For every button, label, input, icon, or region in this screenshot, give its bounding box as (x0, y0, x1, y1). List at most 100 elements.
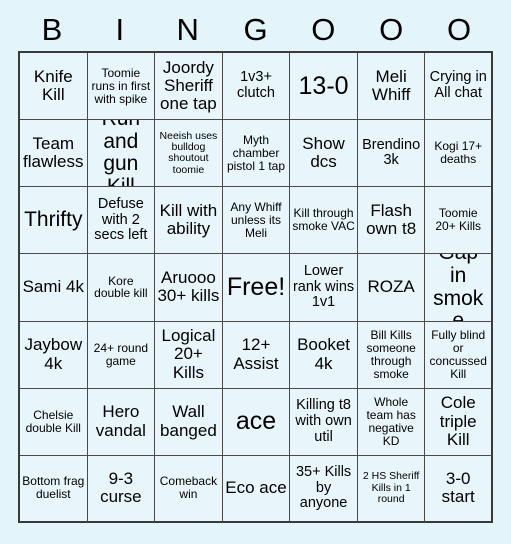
bingo-cell[interactable]: Whole team has negative KD (357, 388, 426, 456)
bingo-cell[interactable]: Team flawless (20, 120, 88, 188)
bingo-cell-label: Kore double kill (94, 273, 148, 301)
bingo-cell-label: Whole team has negative KD (366, 394, 416, 448)
bingo-cell[interactable]: Defuse with 2 secs left (87, 187, 156, 255)
bingo-cell[interactable]: 35+ Kills by anyone (290, 455, 358, 523)
bingo-cell[interactable]: Booket 4k (290, 321, 358, 389)
bingo-cell[interactable]: Knife Kill (20, 53, 88, 121)
bingo-cell-label: 1v3+ clutch (237, 69, 275, 102)
bingo-cell[interactable]: Hero vandal (87, 388, 156, 456)
bingo-cell[interactable]: Neeish uses bulldog shoutout toomie (155, 120, 223, 188)
bingo-cell-label: Fully blind or concussed Kill (429, 327, 487, 381)
bingo-cell-label: Lower rank wins 1v1 (292, 263, 355, 311)
bingo-header-letter: N (176, 12, 199, 47)
bingo-cell-label: Killing t8 with own util (295, 397, 352, 445)
bingo-cell[interactable]: Crying in All chat (425, 53, 493, 121)
bingo-header-letter: B (41, 12, 63, 47)
bingo-cell[interactable]: Fully blind or concussed Kill (425, 321, 493, 389)
bingo-cell[interactable]: Gap in smoke (425, 254, 493, 322)
bingo-cell[interactable]: Chelsie double Kill (20, 388, 88, 456)
bingo-header-letter: G (243, 12, 268, 47)
bingo-cell-label: Crying in All chat (429, 69, 487, 102)
bingo-cell[interactable]: Meli Whiff (357, 53, 426, 121)
bingo-cell[interactable]: Thrifty (20, 187, 88, 255)
bingo-cell-label: Knife Kill (33, 66, 73, 105)
bingo-cell[interactable]: Jaybow 4k (20, 321, 88, 389)
bingo-cell[interactable]: Kill through smoke VAC (290, 187, 358, 255)
bingo-cell[interactable]: Myth chamber pistol 1 tap (222, 120, 291, 188)
bingo-cell-label: Comeback win (159, 474, 218, 502)
bingo-cell[interactable]: ROZA (357, 254, 426, 322)
bingo-cell-label: Run and gun Kill (102, 120, 141, 188)
bingo-cell[interactable]: Cole triple Kill (425, 388, 493, 456)
bingo-cell[interactable]: Kogi 17+ deaths (425, 120, 493, 188)
bingo-cell-label: Defuse with 2 secs left (94, 195, 148, 244)
bingo-cell-label: ROZA (367, 277, 415, 297)
bingo-cell-label: Chelsie double Kill (25, 407, 81, 435)
bingo-cell[interactable]: 12+ Assist (222, 321, 291, 389)
bingo-cell[interactable]: Brendino 3k (357, 120, 426, 188)
bingo-cell[interactable]: Bottom frag duelist (20, 455, 88, 523)
bingo-cell-label: Joordy Sheriff one tap (160, 57, 217, 114)
bingo-header-letter: I (115, 12, 125, 47)
bingo-cell-label: Show dcs (302, 133, 345, 172)
bingo-cell[interactable]: Toomie 20+ Kills (425, 187, 493, 255)
bingo-cell-label: Thrifty (24, 208, 83, 232)
bingo-cell-label: Brendino 3k (362, 136, 421, 169)
bingo-cell-label: Team flawless (23, 133, 84, 172)
bingo-cell[interactable]: Sami 4k (20, 254, 88, 322)
bingo-cell[interactable]: Bill Kills someone through smoke (357, 321, 426, 389)
bingo-cell[interactable]: 9-3 curse (87, 455, 156, 523)
bingo-cell[interactable]: Run and gun Kill (87, 120, 156, 188)
bingo-cell[interactable]: Joordy Sheriff one tap (155, 53, 223, 121)
bingo-cell-label: Kill with ability (159, 200, 218, 239)
bingo-cell[interactable]: Lower rank wins 1v1 (290, 254, 358, 322)
bingo-cell[interactable]: 24+ round game (87, 321, 156, 389)
bingo-cell[interactable]: Killing t8 with own util (290, 388, 358, 456)
bingo-cell-label: 35+ Kills by anyone (295, 463, 352, 512)
bingo-grid: Knife Kill Toomie runs in first with spik… (18, 51, 493, 523)
bingo-cell[interactable]: 2 HS Sheriff Kills in 1 round (357, 455, 426, 523)
bingo-cell-label: Booket 4k (297, 335, 351, 373)
bingo-cell[interactable]: Wall banged (155, 388, 223, 456)
bingo-cell[interactable]: Eco ace (222, 455, 291, 523)
bingo-cell[interactable]: ace (222, 388, 291, 456)
bingo-header-letter: O (311, 12, 336, 47)
bingo-cell-label: Gap in smoke (433, 254, 484, 322)
bingo-cell-label: 2 HS Sheriff Kills in 1 round (362, 470, 420, 506)
bingo-cell[interactable]: Any Whiff unless its Meli (222, 187, 291, 255)
bingo-cell-label: Myth chamber pistol 1 tap (226, 132, 286, 173)
bingo-card: B I N G O O O Knife Kill Toomie runs in first w… (0, 0, 511, 544)
bingo-cell-label: ace (235, 407, 277, 436)
bingo-cell[interactable]: 3-0 start (425, 455, 493, 523)
bingo-cell[interactable]: Kore double kill (87, 254, 156, 322)
bingo-cell[interactable]: Aruooo 30+ kills (155, 254, 223, 322)
bingo-cell-label: Neeish uses bulldog shoutout toomie (159, 129, 218, 176)
bingo-cell-label: Cole triple Kill (439, 393, 477, 449)
bingo-cell-label: Kogi 17+ deaths (434, 139, 483, 167)
bingo-cell[interactable]: 13-0 (290, 53, 358, 121)
bingo-cell[interactable]: Comeback win (155, 455, 223, 523)
bingo-cell-label: 13-0 (298, 71, 349, 100)
bingo-cell[interactable]: Show dcs (290, 120, 358, 188)
bingo-cell-label: 24+ round game (93, 340, 149, 368)
bingo-cell-label: Toomie 20+ Kills (435, 206, 482, 234)
bingo-cell-label: Any Whiff unless its Meli (230, 199, 282, 240)
bingo-cell-label: Bottom frag duelist (22, 474, 85, 502)
bingo-cell-label: Kill through smoke VAC (292, 206, 355, 234)
bingo-cell[interactable]: Kill with ability (155, 187, 223, 255)
bingo-cell-label: Logical 20+ Kills (161, 326, 216, 382)
bingo-free-space[interactable]: Free! (222, 254, 291, 322)
bingo-cell[interactable]: 1v3+ clutch (222, 53, 291, 121)
bingo-cell-label: Wall banged (160, 402, 217, 440)
bingo-cell-label: 3-0 start (441, 469, 475, 507)
bingo-cell-label: Meli Whiff (371, 66, 411, 105)
bingo-cell[interactable]: Toomie runs in first with spike (87, 53, 156, 121)
bingo-header-row: BINGOOO (18, 8, 493, 51)
bingo-cell[interactable]: Flash own t8 (357, 187, 426, 255)
bingo-cell-label: Hero vandal (95, 402, 146, 440)
bingo-cell[interactable]: Logical 20+ Kills (155, 321, 223, 389)
bingo-cell-label: Sami 4k (22, 277, 84, 297)
bingo-cell-label: Aruooo 30+ kills (157, 268, 220, 306)
bingo-header-letter: O (379, 12, 404, 47)
bingo-cell-label: 12+ Assist (233, 335, 279, 373)
